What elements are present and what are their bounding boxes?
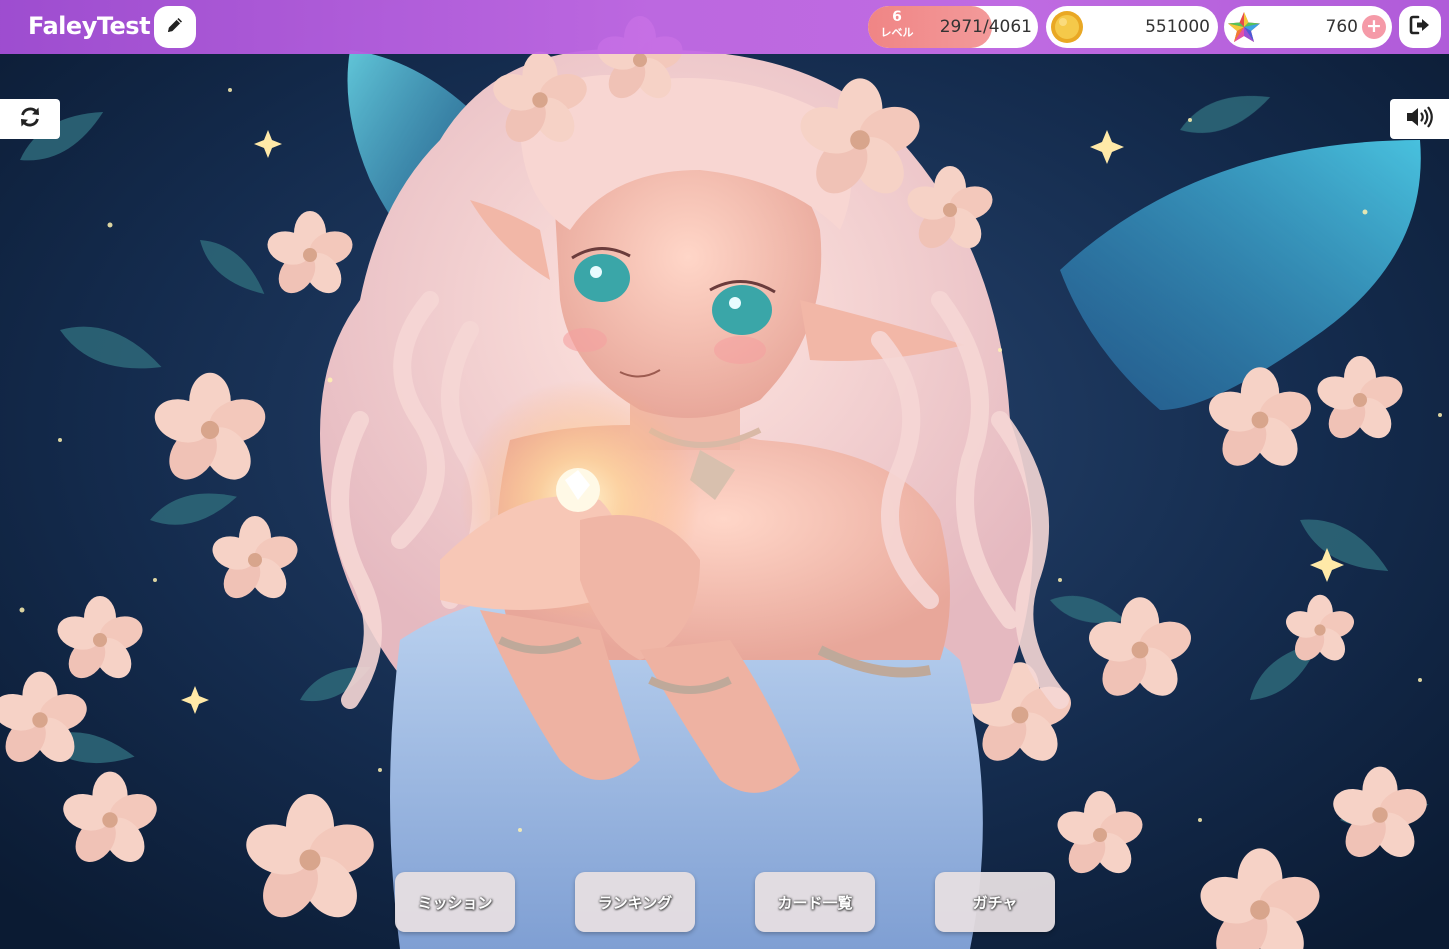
rainbow-star-icon [1226,9,1262,49]
star-counter: 760 + [1224,6,1392,48]
speaker-icon [1405,106,1435,132]
ranking-button[interactable]: ランキング [575,872,695,932]
add-stars-button[interactable]: + [1362,15,1386,39]
gacha-button[interactable]: ガチャ [935,872,1055,932]
card-list-button[interactable]: カード一覧 [755,872,875,932]
sound-toggle-button[interactable] [1390,99,1449,139]
username: FaleyTest [28,12,151,40]
fairy-background-illustration [0,0,1449,949]
coin-amount: 551000 [1145,17,1210,37]
edit-name-button[interactable] [154,6,196,48]
gold-coin-icon [1050,10,1084,48]
logout-button[interactable] [1399,6,1441,48]
level-label: レベル [880,26,914,39]
level-number: 6 [892,9,902,25]
pencil-icon [165,15,185,39]
coin-counter: 551000 [1046,6,1218,48]
refresh-icon [18,105,42,133]
refresh-button[interactable] [0,99,60,139]
star-amount: 760 [1325,17,1358,37]
exp-text: 2971/4061 [939,17,1032,37]
sign-out-icon [1409,14,1431,40]
mission-button[interactable]: ミッション [395,872,515,932]
